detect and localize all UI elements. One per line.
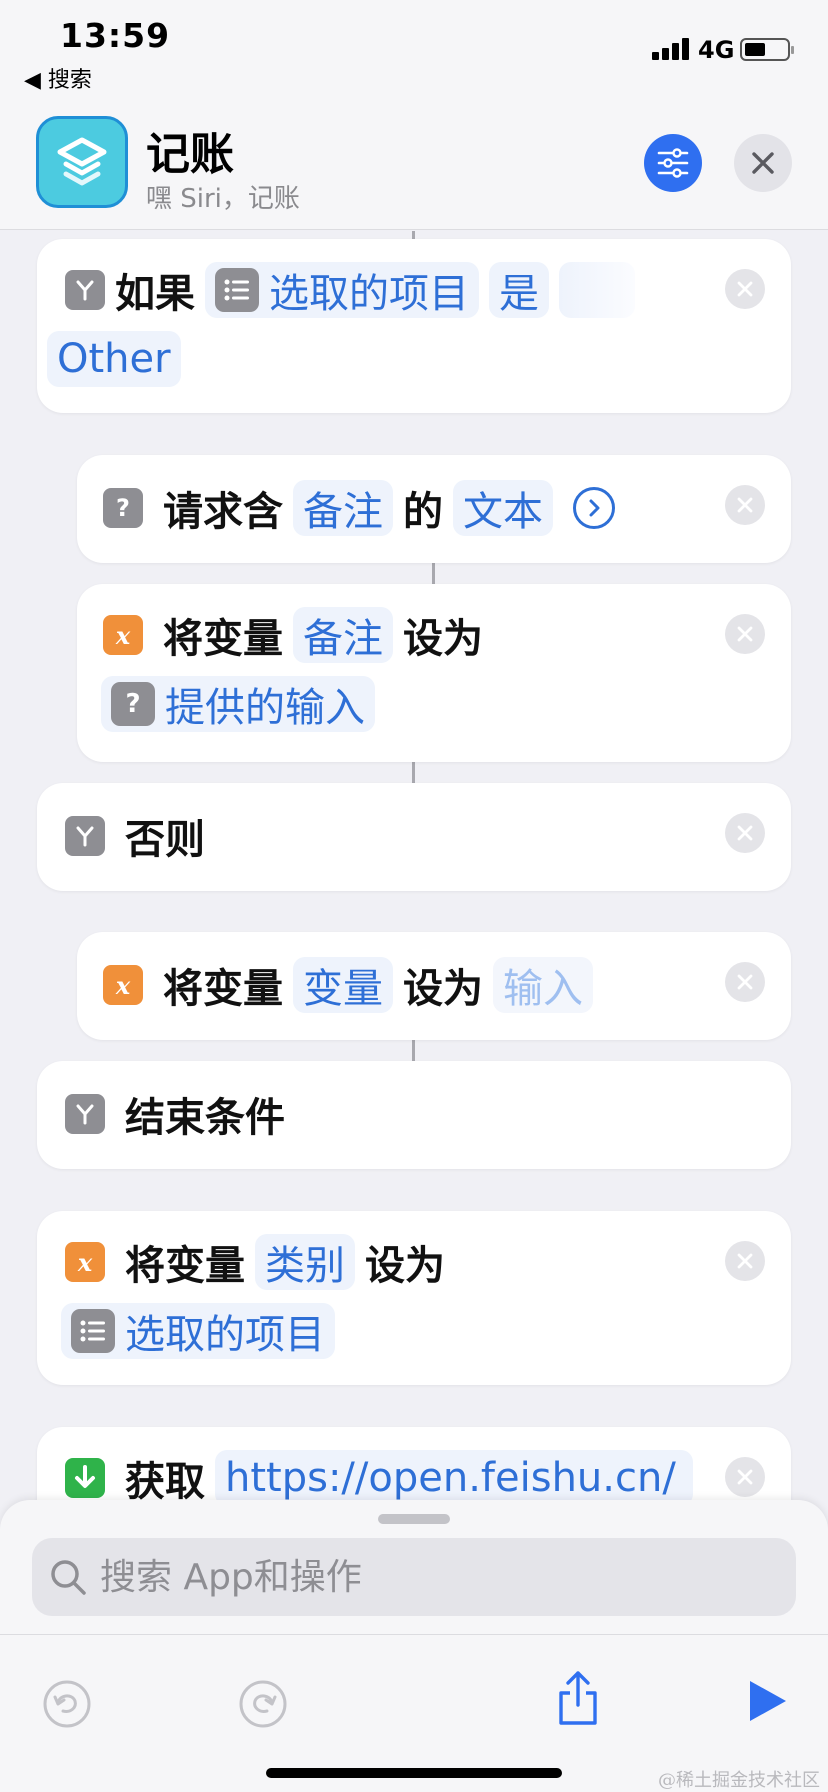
search-bar[interactable] bbox=[32, 1538, 796, 1616]
remove-action-button[interactable] bbox=[725, 485, 765, 525]
redo-icon bbox=[239, 1680, 287, 1728]
flow-connector bbox=[432, 562, 435, 584]
run-button[interactable] bbox=[744, 1675, 790, 1727]
condition-extra-token[interactable] bbox=[559, 262, 635, 318]
close-button[interactable] bbox=[734, 134, 792, 192]
undo-icon bbox=[43, 1680, 91, 1728]
play-icon bbox=[750, 1681, 786, 1721]
cellular-signal-icon bbox=[652, 38, 692, 60]
status-bar: 13:59 ◀ 搜索 4G bbox=[0, 0, 828, 93]
clock: 13:59 bbox=[60, 16, 171, 55]
shortcut-title[interactable]: 记账 bbox=[146, 118, 234, 182]
branch-icon bbox=[65, 816, 105, 856]
set-prefix: 将变量 bbox=[125, 1243, 245, 1289]
set-prefix: 将变量 bbox=[163, 616, 283, 662]
close-icon bbox=[737, 1253, 753, 1269]
end-if-card[interactable]: 结束条件 bbox=[37, 1061, 791, 1169]
close-icon bbox=[737, 281, 753, 297]
selected-item-token[interactable]: 选取的项目 bbox=[205, 262, 479, 318]
ask-for-input-card[interactable]: ? 请求含 备注 的 文本 bbox=[77, 455, 791, 563]
share-icon bbox=[559, 1671, 597, 1725]
url-token[interactable]: https://open.feishu.cn/ bbox=[215, 1450, 693, 1501]
remove-action-button[interactable] bbox=[725, 962, 765, 1002]
expand-chevron-icon[interactable] bbox=[573, 487, 615, 529]
close-icon bbox=[752, 152, 774, 174]
undo-button[interactable] bbox=[42, 1679, 92, 1729]
battery-icon bbox=[740, 38, 794, 61]
otherwise-card[interactable]: 否则 bbox=[37, 783, 791, 891]
input-type-token[interactable]: 文本 bbox=[453, 480, 553, 536]
selected-item-token[interactable]: 选取的项目 bbox=[61, 1303, 335, 1359]
set-suffix: 设为 bbox=[403, 966, 483, 1012]
remove-action-button[interactable] bbox=[725, 614, 765, 654]
set-suffix: 设为 bbox=[365, 1243, 445, 1289]
shortcuts-app-icon bbox=[36, 116, 128, 208]
condition-value-token[interactable]: Other bbox=[47, 331, 181, 387]
provided-input-token[interactable]: ? 提供的输入 bbox=[101, 676, 375, 732]
shortcut-header: 记账 嘿 Siri，记账 bbox=[0, 90, 828, 230]
flow-connector bbox=[412, 761, 415, 783]
set-variable-note-card[interactable]: x 将变量 备注 设为 ? 提供的输入 bbox=[77, 584, 791, 762]
remove-action-button[interactable] bbox=[725, 1241, 765, 1281]
close-icon bbox=[737, 497, 753, 513]
settings-button[interactable] bbox=[644, 134, 702, 192]
prompt-token[interactable]: 备注 bbox=[293, 480, 393, 536]
if-action-card[interactable]: 如果 选取的项目 是 Other bbox=[37, 239, 791, 413]
list-icon bbox=[71, 1309, 115, 1353]
condition-operator-token[interactable]: 是 bbox=[489, 262, 549, 318]
action-list[interactable]: 如果 选取的项目 是 Other ? 请求含 备注 的 文本 x 将变量 备注 … bbox=[0, 231, 828, 1501]
redo-button[interactable] bbox=[238, 1679, 288, 1729]
set-variable-category-card[interactable]: x 将变量 类别 设为 选取的项目 bbox=[37, 1211, 791, 1385]
variable-name-token[interactable]: 备注 bbox=[293, 607, 393, 663]
question-icon: ? bbox=[103, 488, 143, 528]
get-url-card[interactable]: 获取 https://open.feishu.cn/ bbox=[37, 1427, 791, 1501]
otherwise-label: 否则 bbox=[125, 817, 205, 863]
remove-action-button[interactable] bbox=[725, 813, 765, 853]
search-input[interactable] bbox=[100, 1556, 700, 1598]
flow-connector bbox=[412, 231, 415, 239]
variable-icon: x bbox=[103, 615, 143, 655]
set-variable-card[interactable]: x 将变量 变量 设为 输入 bbox=[77, 932, 791, 1040]
variable-name-token[interactable]: 类别 bbox=[255, 1234, 355, 1290]
search-icon bbox=[51, 1560, 86, 1595]
remove-action-button[interactable] bbox=[725, 269, 765, 309]
variable-icon: x bbox=[103, 965, 143, 1005]
actions-search-sheet: @稀土掘金技术社区 bbox=[0, 1500, 828, 1792]
variable-name-token[interactable]: 变量 bbox=[293, 957, 393, 1013]
share-button[interactable] bbox=[554, 1667, 602, 1729]
question-icon: ? bbox=[111, 682, 155, 726]
get-prefix: 获取 bbox=[125, 1459, 205, 1501]
home-indicator[interactable] bbox=[266, 1768, 562, 1778]
variable-icon: x bbox=[65, 1242, 105, 1282]
branch-icon bbox=[65, 1094, 105, 1134]
close-icon bbox=[737, 974, 753, 990]
branch-icon bbox=[65, 270, 105, 310]
ask-prefix: 请求含 bbox=[163, 489, 283, 535]
network-type: 4G bbox=[698, 36, 735, 64]
close-icon bbox=[737, 1469, 753, 1485]
set-suffix: 设为 bbox=[403, 616, 483, 662]
flow-connector bbox=[412, 1039, 415, 1061]
remove-action-button[interactable] bbox=[725, 1457, 765, 1497]
close-icon bbox=[737, 626, 753, 642]
list-icon bbox=[215, 268, 259, 312]
ask-middle: 的 bbox=[403, 489, 443, 535]
watermark: @稀土掘金技术社区 bbox=[658, 1770, 820, 1791]
siri-phrase: 嘿 Siri，记账 bbox=[146, 184, 300, 214]
set-prefix: 将变量 bbox=[163, 966, 283, 1012]
input-placeholder-token[interactable]: 输入 bbox=[493, 957, 593, 1013]
end-if-label: 结束条件 bbox=[125, 1095, 285, 1141]
sheet-grabber[interactable] bbox=[378, 1514, 450, 1524]
download-arrow-icon bbox=[65, 1458, 105, 1498]
close-icon bbox=[737, 825, 753, 841]
sliders-icon bbox=[657, 148, 689, 178]
if-keyword: 如果 bbox=[115, 271, 195, 317]
